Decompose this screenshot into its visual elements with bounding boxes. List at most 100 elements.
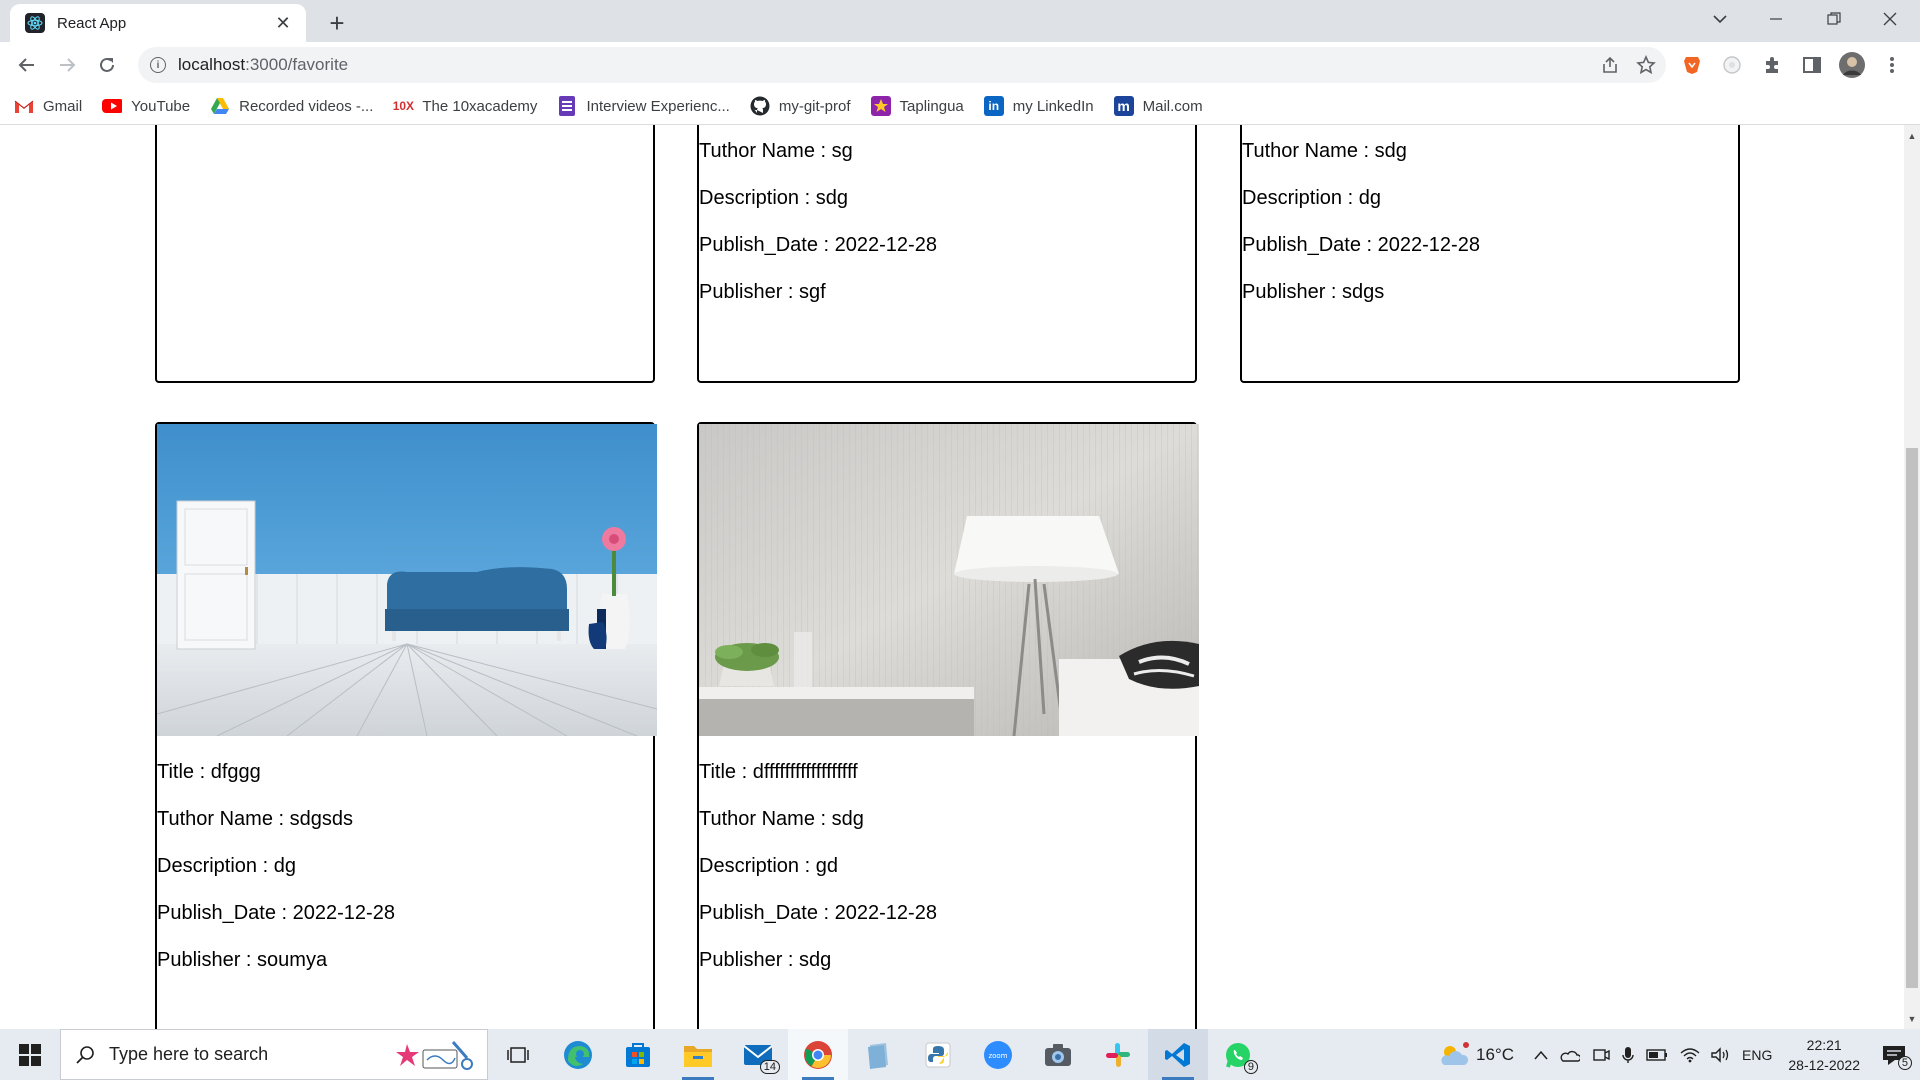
- bookmark-recorded-videos[interactable]: Recorded videos -...: [210, 96, 373, 116]
- card-publisher: Publisher : sdgs: [1242, 281, 1385, 303]
- bookmark-label: my LinkedIn: [1012, 97, 1094, 115]
- volume-icon[interactable]: [1710, 1046, 1730, 1063]
- share-icon[interactable]: [1594, 49, 1626, 81]
- tab-search-icon[interactable]: [1692, 0, 1748, 38]
- extension-circle-icon[interactable]: [1716, 49, 1748, 81]
- search-placeholder: Type here to search: [109, 1044, 269, 1064]
- reload-icon[interactable]: [91, 49, 123, 81]
- brave-extension-icon[interactable]: [1676, 49, 1708, 81]
- store-icon[interactable]: [608, 1029, 668, 1080]
- card-description: Description : dg: [157, 855, 296, 877]
- vscode-icon[interactable]: [1148, 1029, 1208, 1080]
- bookmark-my-git-prof[interactable]: my-git-prof: [750, 96, 851, 116]
- notification-icon[interactable]: 5: [1882, 1044, 1912, 1070]
- clock-date: 28-12-2022: [1788, 1056, 1860, 1073]
- bookmark-interview-experience[interactable]: Interview Experienc...: [557, 96, 730, 116]
- wifi-icon[interactable]: [1680, 1047, 1700, 1063]
- card-publisher: Publisher : sgf: [699, 281, 826, 303]
- forward-arrow-icon[interactable]: [51, 49, 83, 81]
- course-card: Tuthor Name : sdg Description : dg Publi…: [1240, 125, 1740, 383]
- new-tab-button[interactable]: +: [322, 8, 352, 38]
- tab-react-app[interactable]: React App ✕: [10, 4, 306, 42]
- restore-button[interactable]: [1806, 0, 1862, 38]
- url-path: :3000/favorite: [245, 55, 349, 74]
- favorites-page: Tuthor Name : sg Description : sdg Publi…: [0, 125, 1904, 1029]
- meet-now-icon[interactable]: [1592, 1047, 1610, 1063]
- python-icon[interactable]: [908, 1029, 968, 1080]
- bookmark-mailcom[interactable]: m Mail.com: [1113, 96, 1203, 116]
- site-info-icon[interactable]: i: [150, 57, 166, 73]
- windows-start-icon[interactable]: [0, 1029, 60, 1080]
- minimize-button[interactable]: [1748, 0, 1804, 38]
- google-drive-icon: [210, 96, 230, 116]
- bookmark-taplingua[interactable]: Taplingua: [870, 96, 964, 116]
- bookmark-star-icon[interactable]: [1630, 49, 1662, 81]
- battery-icon[interactable]: [1646, 1048, 1668, 1061]
- github-icon: [750, 96, 770, 116]
- bookmarks-bar: Gmail YouTube Recorded videos -... 10X T…: [0, 88, 1920, 125]
- menu-kebab-icon[interactable]: [1876, 49, 1908, 81]
- chrome-icon[interactable]: [788, 1029, 848, 1080]
- chevron-up-icon[interactable]: [1534, 1050, 1548, 1060]
- card-publisher: Publisher : soumya: [157, 949, 328, 971]
- scrollbar-thumb[interactable]: [1906, 448, 1918, 988]
- bookmark-label: my-git-prof: [778, 97, 851, 115]
- bookmark-10xacademy[interactable]: 10X The 10xacademy: [393, 96, 538, 116]
- bookmark-label: Mail.com: [1142, 97, 1203, 115]
- onedrive-icon[interactable]: [1560, 1048, 1581, 1062]
- close-window-button[interactable]: [1862, 0, 1918, 38]
- slack-icon[interactable]: [1088, 1029, 1148, 1080]
- search-icon: [75, 1045, 95, 1065]
- camera-icon[interactable]: [1028, 1029, 1088, 1080]
- zoom-icon[interactable]: zoom: [968, 1029, 1028, 1080]
- youtube-icon: [102, 96, 123, 116]
- files-icon[interactable]: [848, 1029, 908, 1080]
- bookmark-label: Interview Experienc...: [586, 97, 730, 115]
- course-card: Tuthor Name : sg Description : sdg Publi…: [697, 125, 1197, 383]
- course-card: Title : dfggg Tuthor Name : sdgsds Descr…: [155, 422, 657, 1029]
- card-publish-date: Publish_Date : 2022-12-28: [699, 234, 937, 256]
- address-bar[interactable]: i localhost:3000/favorite: [138, 47, 1666, 83]
- search-highlight-icon[interactable]: [395, 1038, 475, 1072]
- tab-strip: React App ✕ +: [0, 0, 1920, 42]
- back-arrow-icon[interactable]: [11, 49, 43, 81]
- url-text[interactable]: localhost:3000/favorite: [178, 55, 1594, 75]
- puzzle-extensions-icon[interactable]: [1756, 49, 1788, 81]
- scroll-down-arrow-icon[interactable]: ▼: [1904, 1011, 1920, 1027]
- card-description: Description : gd: [699, 855, 838, 877]
- notification-count: 5: [1897, 1055, 1912, 1070]
- mail-badge: 14: [759, 1060, 780, 1074]
- linkedin-icon: in: [983, 96, 1004, 116]
- taskbar-search-box[interactable]: Type here to search: [60, 1029, 488, 1080]
- card-publish-date: Publish_Date : 2022-12-28: [157, 902, 395, 924]
- bookmark-label: The 10xacademy: [422, 97, 538, 115]
- bookmark-linkedin[interactable]: in my LinkedIn: [983, 96, 1094, 116]
- floor-lamp-room-photo: [699, 424, 1199, 736]
- edge-icon[interactable]: [548, 1029, 608, 1080]
- blue-room-sofa-photo: [157, 424, 657, 736]
- svg-text:zoom: zoom: [988, 1052, 1007, 1060]
- close-tab-icon[interactable]: ✕: [270, 10, 296, 36]
- system-tray: 16°C ENG 22:21 28-12-2022 5: [1436, 1029, 1920, 1080]
- microphone-icon[interactable]: [1622, 1046, 1634, 1064]
- whatsapp-icon[interactable]: 9: [1208, 1029, 1268, 1080]
- bookmark-label: Taplingua: [899, 97, 964, 115]
- clock[interactable]: 22:21 28-12-2022: [1788, 1037, 1860, 1073]
- taplingua-icon: [870, 96, 891, 116]
- url-host: localhost: [178, 55, 246, 74]
- file-explorer-icon[interactable]: [668, 1029, 728, 1080]
- card-publish-date: Publish_Date : 2022-12-28: [1242, 234, 1480, 256]
- mail-icon[interactable]: 14: [728, 1029, 788, 1080]
- profile-avatar-icon[interactable]: [1836, 49, 1868, 81]
- temperature[interactable]: 16°C: [1476, 1045, 1514, 1065]
- card-tutor-name: Tuthor Name : sdg: [699, 808, 864, 830]
- whatsapp-badge: 9: [1243, 1060, 1258, 1074]
- side-panel-icon[interactable]: [1796, 49, 1828, 81]
- scroll-up-arrow-icon[interactable]: ▲: [1904, 128, 1920, 144]
- language-indicator[interactable]: ENG: [1742, 1047, 1772, 1063]
- bookmark-gmail[interactable]: Gmail: [14, 96, 82, 116]
- task-view-icon[interactable]: [488, 1029, 548, 1080]
- weather-icon[interactable]: [1436, 1041, 1470, 1069]
- card-title: Title : dfggg: [157, 761, 261, 783]
- bookmark-youtube[interactable]: YouTube: [102, 96, 190, 116]
